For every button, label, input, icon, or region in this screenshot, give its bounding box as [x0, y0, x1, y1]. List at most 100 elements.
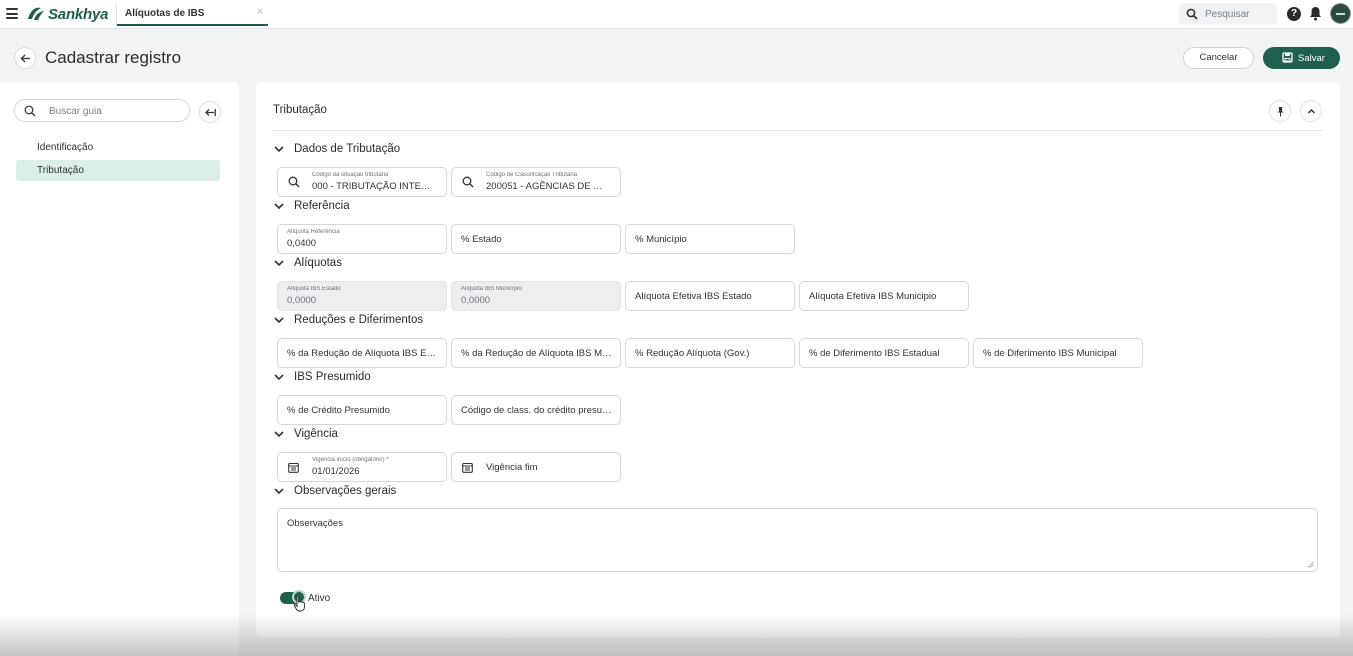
calendar-icon: [462, 462, 473, 473]
group-title: Dados de Tributação: [294, 143, 401, 155]
pin-icon: [1277, 107, 1284, 117]
tab-label: Alíquotas de IBS: [125, 8, 205, 19]
vigencia-inicio-field[interactable]: Vigência início (obrigatório) * 01/01/20…: [277, 452, 447, 482]
sankhya-logo-icon: [28, 7, 44, 20]
brand-logo[interactable]: Sankhya: [25, 5, 109, 23]
search-icon: [462, 176, 474, 188]
field-placeholder: Vigência fim: [486, 462, 538, 473]
chevron-down-icon: [274, 317, 284, 324]
reducao-aliquota-gov-field[interactable]: % Redução Alíquota (Gov.): [625, 338, 795, 368]
diferimento-municipal-field[interactable]: % de Diferimento IBS Municipal: [973, 338, 1143, 368]
field-placeholder: % de Crédito Presumido: [287, 405, 390, 416]
section-divider: [273, 130, 1323, 131]
field-placeholder: % da Redução de Alíquota IBS Estado: [287, 348, 439, 359]
field-placeholder: % de Diferimento IBS Estadual: [809, 348, 940, 359]
brand-name: Sankhya: [48, 5, 109, 23]
field-placeholder: Código de class. do crédito presumido: [461, 405, 613, 416]
reducao-ibs-municipio-field[interactable]: % da Redução de Alíquota IBS Município: [451, 338, 621, 368]
field-value: 0,0400: [287, 238, 317, 249]
aliquota-referencia-field[interactable]: Alíquota Referência 0,0400: [277, 224, 447, 254]
global-search-input[interactable]: Pesquisar: [1179, 3, 1277, 25]
percent-municipio-field[interactable]: % Município: [625, 224, 795, 254]
textarea-placeholder: Observações: [287, 518, 343, 529]
chevron-down-icon: [274, 146, 284, 153]
search-icon: [288, 176, 300, 188]
chevron-up-icon: [1308, 109, 1315, 114]
cst-field[interactable]: Código da situação tributária 000 - TRIB…: [277, 167, 447, 197]
chevron-down-icon: [274, 431, 284, 438]
percent-estado-field[interactable]: % Estado: [451, 224, 621, 254]
search-placeholder: Pesquisar: [1205, 9, 1250, 20]
group-title: Observações gerais: [294, 485, 397, 497]
cancel-button[interactable]: Cancelar: [1183, 47, 1254, 69]
pin-button[interactable]: [1269, 100, 1291, 122]
group-title: Vigência: [294, 428, 338, 440]
help-icon[interactable]: ?: [1287, 7, 1301, 21]
vigencia-fim-field[interactable]: Vigência fim: [451, 452, 621, 482]
field-value: 000 - TRIBUTAÇÃO INTEGRAL: [312, 181, 432, 192]
menu-icon[interactable]: [6, 8, 18, 19]
chevron-down-icon: [274, 260, 284, 267]
group-title: Alíquotas: [294, 257, 342, 269]
field-value: 200051 - AGÊNCIAS DE TURISMO: [486, 181, 606, 192]
field-placeholder: % de Diferimento IBS Municipal: [983, 348, 1117, 359]
field-label: Vigência início (obrigatório) *: [312, 457, 389, 463]
collapse-left-icon: [205, 109, 216, 116]
sidebar: Buscar guia Identificação Tributação: [0, 82, 239, 656]
arrow-left-icon: [20, 54, 30, 63]
aliquota-efetiva-municipio-field[interactable]: Alíquota Efetiva IBS Municipio: [799, 281, 969, 311]
field-placeholder: Alíquota Efetiva IBS Municipio: [809, 291, 937, 302]
codigo-credito-presumido-field[interactable]: Código de class. do crédito presumido: [451, 395, 621, 425]
field-label: Alíquota IBS Estado: [287, 286, 341, 292]
field-placeholder: % da Redução de Alíquota IBS Município: [461, 348, 613, 359]
ativo-label: Ativo: [308, 593, 331, 604]
resize-grip-icon[interactable]: [1307, 561, 1314, 568]
group-title: IBS Presumido: [294, 371, 371, 383]
diferimento-estadual-field[interactable]: % de Diferimento IBS Estadual: [799, 338, 969, 368]
avatar[interactable]: [1330, 3, 1351, 24]
collapse-section-button[interactable]: [1300, 100, 1322, 122]
page-title: Cadastrar registro: [45, 48, 182, 67]
chevron-down-icon: [274, 203, 284, 210]
guide-search-placeholder: Buscar guia: [49, 106, 102, 117]
tab-aliquotas-ibs[interactable]: Alíquotas de IBS ×: [117, 2, 268, 26]
field-label: Código da situação tributária: [312, 172, 389, 178]
field-value: 0,0000: [287, 295, 317, 306]
aliquota-efetiva-estado-field[interactable]: Alíquota Efetiva IBS Estado: [625, 281, 795, 311]
guide-search-input[interactable]: Buscar guia: [14, 99, 190, 122]
save-icon: [1282, 52, 1293, 63]
group-title: Referência: [294, 200, 350, 212]
field-label: Alíquota Referência: [287, 229, 340, 235]
classificacao-tributaria-field[interactable]: Código de Classificação Tributária 20005…: [451, 167, 621, 197]
field-placeholder: % Redução Alíquota (Gov.): [635, 348, 750, 359]
save-button[interactable]: Salvar: [1263, 47, 1340, 69]
field-placeholder: % Estado: [461, 234, 502, 245]
field-value: 0,0000: [461, 295, 491, 306]
back-button[interactable]: [14, 47, 36, 69]
collapse-sidebar-button[interactable]: [199, 101, 221, 123]
reducao-ibs-estado-field[interactable]: % da Redução de Alíquota IBS Estado: [277, 338, 447, 368]
field-placeholder: Alíquota Efetiva IBS Estado: [635, 291, 752, 302]
chevron-down-icon: [274, 488, 284, 495]
close-icon[interactable]: ×: [257, 6, 263, 18]
hand-cursor-icon: [293, 595, 305, 612]
aliquota-ibs-municipio-field: Alíquota IBS Município 0,0000: [451, 281, 621, 311]
aliquota-ibs-estado-field: Alíquota IBS Estado 0,0000: [277, 281, 447, 311]
field-label: Alíquota IBS Município: [461, 286, 522, 292]
credito-presumido-field[interactable]: % de Crédito Presumido: [277, 395, 447, 425]
sidebar-item-identificacao[interactable]: Identificação: [16, 137, 220, 158]
search-icon: [24, 105, 36, 117]
field-placeholder: % Município: [635, 234, 687, 245]
calendar-icon: [288, 462, 299, 473]
field-value: 01/01/2026: [312, 466, 360, 477]
observacoes-textarea[interactable]: Observações: [277, 508, 1318, 572]
chevron-down-icon: [274, 374, 284, 381]
sidebar-item-tributacao[interactable]: Tributação: [16, 160, 220, 181]
save-label: Salvar: [1298, 53, 1325, 64]
top-bar: Sankhya Alíquotas de IBS × Pesquisar ?: [0, 0, 1353, 29]
search-icon: [1186, 8, 1198, 20]
group-title: Reduções e Diferimentos: [294, 314, 424, 326]
main-panel: Tributação Dados de Tributação Código da…: [256, 82, 1340, 638]
bell-icon[interactable]: [1309, 6, 1322, 21]
field-label: Código de Classificação Tributária: [486, 172, 578, 178]
